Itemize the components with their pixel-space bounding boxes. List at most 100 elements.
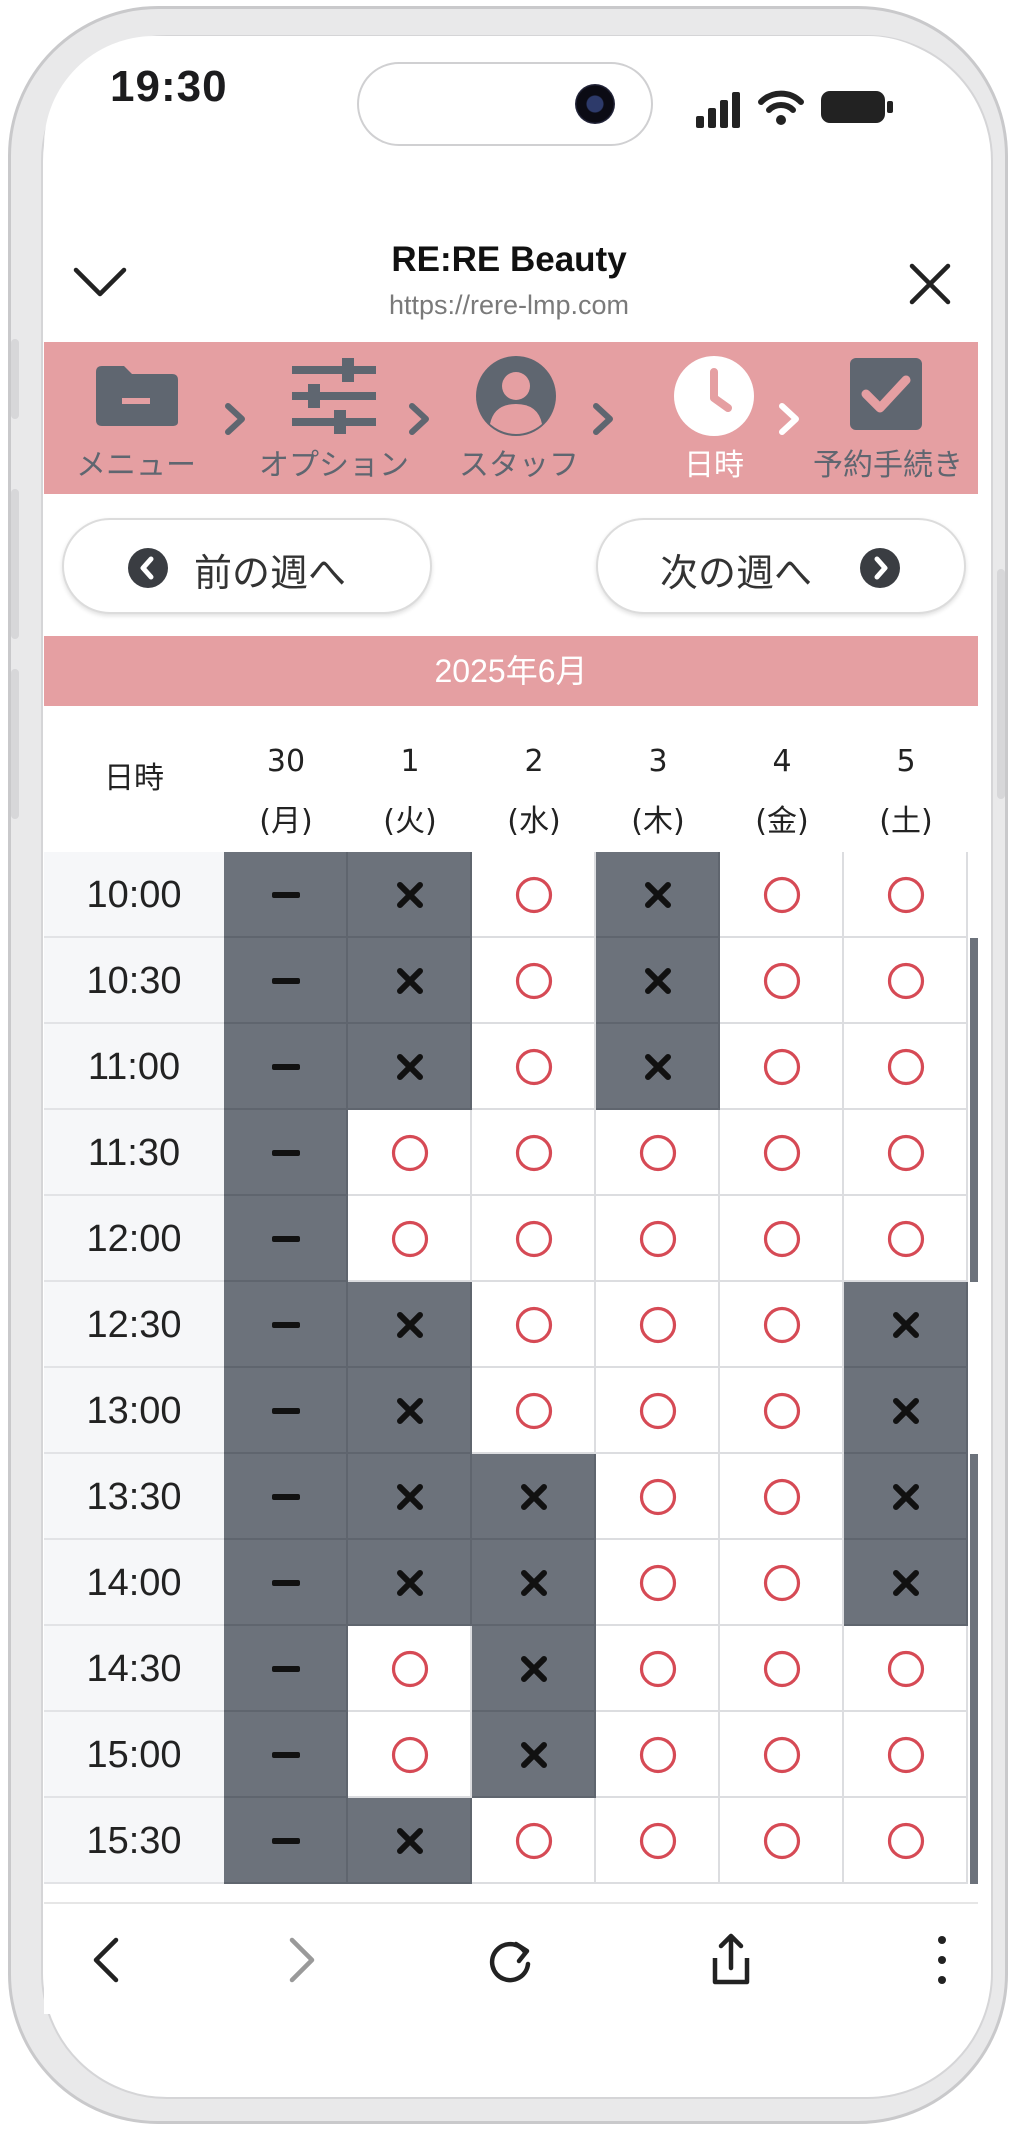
cross-icon (397, 968, 423, 994)
circle-icon (515, 962, 553, 1000)
slot-available[interactable] (596, 1196, 720, 1282)
slot-available[interactable] (472, 1024, 596, 1110)
dash-icon (272, 892, 300, 898)
slot-closed (224, 1368, 348, 1454)
slot-available[interactable] (348, 1626, 472, 1712)
dash-icon (272, 1064, 300, 1070)
slot-available[interactable] (472, 1110, 596, 1196)
slot-available[interactable] (844, 1798, 968, 1884)
time-row: 10:30 (44, 938, 978, 1024)
step-options[interactable]: オプション (244, 342, 424, 494)
slot-available[interactable] (596, 1540, 720, 1626)
forward-icon[interactable] (270, 1930, 330, 1990)
slot-closed (224, 1540, 348, 1626)
slot-available[interactable] (844, 1626, 968, 1712)
step-label: スタッフ (459, 448, 579, 483)
slot-available[interactable] (596, 1798, 720, 1884)
more-icon[interactable] (912, 1930, 972, 1990)
slot-available[interactable] (720, 1798, 844, 1884)
cross-icon (397, 1312, 423, 1338)
volume-down-button (11, 669, 19, 819)
slot-available[interactable] (472, 1196, 596, 1282)
slot-available[interactable] (720, 1110, 844, 1196)
slot-closed (224, 1110, 348, 1196)
slot-available[interactable] (844, 1024, 968, 1110)
cross-icon (645, 968, 671, 994)
chevron-right-icon (593, 403, 613, 435)
circle-icon (639, 1478, 677, 1516)
slot-available[interactable] (596, 1454, 720, 1540)
circle-icon (639, 1306, 677, 1344)
circle-icon (763, 1650, 801, 1688)
time-label: 14:00 (44, 1540, 224, 1626)
slot-available[interactable] (472, 852, 596, 938)
slot-available[interactable] (720, 1540, 844, 1626)
slot-available[interactable] (348, 1110, 472, 1196)
slot-available[interactable] (720, 1196, 844, 1282)
slot-available[interactable] (844, 852, 968, 938)
circle-icon (639, 1392, 677, 1430)
step-staff[interactable]: スタッフ (444, 342, 594, 494)
back-icon[interactable] (78, 1930, 138, 1990)
next-week-label: 次の週へ (660, 551, 813, 595)
share-icon[interactable] (701, 1930, 761, 1990)
slot-booked (348, 1024, 472, 1110)
time-row: 12:00 (44, 1196, 978, 1282)
circle-icon (515, 1822, 553, 1860)
next-column-edge (970, 1712, 978, 1798)
slot-available[interactable] (720, 1712, 844, 1798)
dash-icon (272, 978, 300, 984)
slot-booked (348, 1368, 472, 1454)
close-icon[interactable] (908, 262, 952, 306)
slot-available[interactable] (596, 1282, 720, 1368)
circle-icon (515, 1306, 553, 1344)
step-checkout[interactable]: 予約手続き (798, 342, 978, 494)
slot-available[interactable] (596, 1110, 720, 1196)
time-label: 10:00 (44, 852, 224, 938)
clock-icon (674, 356, 754, 436)
slot-available[interactable] (844, 938, 968, 1024)
time-row: 15:30 (44, 1798, 978, 1884)
cross-icon (397, 882, 423, 908)
slot-available[interactable] (844, 1712, 968, 1798)
next-week-button[interactable]: 次の週へ (596, 518, 966, 614)
slot-closed (224, 1798, 348, 1884)
slot-available[interactable] (720, 1626, 844, 1712)
time-label: 11:30 (44, 1110, 224, 1196)
slot-available[interactable] (720, 1368, 844, 1454)
circle-icon (391, 1650, 429, 1688)
slot-available[interactable] (472, 938, 596, 1024)
next-column-edge (970, 1110, 978, 1196)
slot-available[interactable] (720, 1024, 844, 1110)
step-datetime[interactable]: 日時 (644, 342, 784, 494)
circle-icon (887, 1220, 925, 1258)
slot-available[interactable] (844, 1196, 968, 1282)
step-label: メニュー (76, 448, 196, 483)
folder-icon (96, 366, 178, 426)
slot-available[interactable] (720, 1282, 844, 1368)
slot-available[interactable] (472, 1368, 596, 1454)
circle-icon (887, 1736, 925, 1774)
slot-available[interactable] (596, 1368, 720, 1454)
slot-available[interactable] (472, 1798, 596, 1884)
cross-icon (521, 1656, 547, 1682)
day-date: 30 (266, 744, 306, 779)
circle-icon (515, 1220, 553, 1258)
next-column-edge (970, 938, 978, 1024)
slot-available[interactable] (472, 1282, 596, 1368)
slot-available[interactable] (720, 1454, 844, 1540)
slot-available[interactable] (844, 1110, 968, 1196)
slot-available[interactable] (720, 852, 844, 938)
slot-available[interactable] (596, 1626, 720, 1712)
prev-week-button[interactable]: 前の週へ (62, 518, 432, 614)
step-menu[interactable]: メニュー (66, 342, 206, 494)
slot-available[interactable] (348, 1196, 472, 1282)
slot-booked (348, 938, 472, 1024)
next-column-edge (970, 1626, 978, 1712)
cross-icon (521, 1484, 547, 1510)
reload-icon[interactable] (481, 1930, 541, 1990)
schedule-table: 10:00 10:30 11:00 11:30 12:00 12:30 13:00 13:30… (44, 852, 978, 1902)
slot-available[interactable] (596, 1712, 720, 1798)
slot-available[interactable] (720, 938, 844, 1024)
slot-available[interactable] (348, 1712, 472, 1798)
